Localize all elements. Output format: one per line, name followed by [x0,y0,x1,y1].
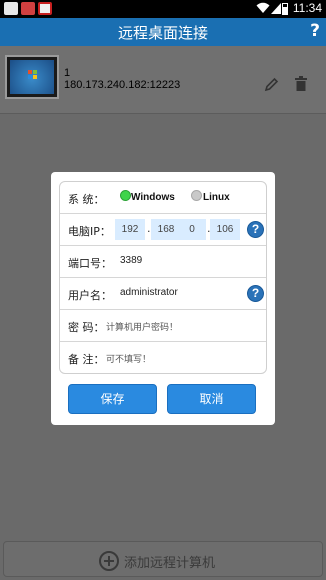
ip-help-icon[interactable]: ? [247,221,264,238]
computer-name: 1 [64,67,71,79]
ip-octet-3-input[interactable]: 0 [178,219,206,240]
windows-option-label[interactable]: Windows [131,192,175,203]
username-label: 用户名： [68,289,112,302]
port-row: 端口号： 3389 [60,246,266,278]
help-button[interactable]: ? [310,21,320,41]
username-input[interactable]: administrator [120,287,178,298]
add-computer-button[interactable]: 添加远程计算机 [3,541,323,577]
notification-news-icon [38,2,52,15]
ip-octet-2-input[interactable]: 168 [151,219,181,240]
password-label: 密 码： [68,321,105,334]
note-label: 备 注： [68,353,105,366]
computer-thumbnail [5,55,59,99]
page-title: 远程桌面连接 [117,24,208,42]
windows-logo-icon [28,70,38,80]
system-row: 系 统： Windows Linux [60,182,266,214]
computer-address: 180.173.240.182:12223 [64,79,181,91]
title-bar: 远程桌面连接 ? [0,18,326,46]
password-row: 密 码： 计算机用户密码！ [60,310,266,342]
status-bar: 11:34 [0,0,326,18]
cancel-button[interactable]: 取消 [167,384,256,414]
signal-icon [271,3,281,14]
note-row: 备 注： 可不填写！ [60,342,266,374]
ip-label: 电脑IP： [68,225,111,238]
linux-radio[interactable] [191,190,202,201]
connection-form: 系 统： Windows Linux 电脑IP： 192 . 168 . 0 .… [59,181,267,374]
ip-octet-4-input[interactable]: 106 [210,219,240,240]
notification-app-icon [4,2,18,15]
ip-separator: . [147,222,151,235]
port-input[interactable]: 3389 [120,255,142,266]
ip-octet-1-input[interactable]: 192 [115,219,145,240]
trash-icon[interactable] [294,76,308,92]
username-row: 用户名： administrator ? [60,278,266,310]
notification-photo-icon [21,2,35,15]
port-label: 端口号： [68,257,112,270]
status-clock: 11:34 [292,1,322,15]
password-input[interactable]: 计算机用户密码！ [106,320,178,333]
note-input[interactable]: 可不填写！ [106,352,151,365]
connection-dialog: 系 统： Windows Linux 电脑IP： 192 . 168 . 0 .… [51,172,275,425]
pencil-icon[interactable] [264,77,279,92]
save-button[interactable]: 保存 [68,384,157,414]
windows-radio[interactable] [120,190,131,201]
wifi-icon [256,2,270,13]
battery-icon [282,3,288,15]
linux-option-label[interactable]: Linux [203,192,230,203]
plus-circle-icon [99,551,119,571]
add-computer-label: 添加远程计算机 [124,556,216,571]
ip-row: 电脑IP： 192 . 168 . 0 . 106 ? [60,214,266,246]
username-help-icon[interactable]: ? [247,285,264,302]
system-label: 系 统： [68,193,105,206]
